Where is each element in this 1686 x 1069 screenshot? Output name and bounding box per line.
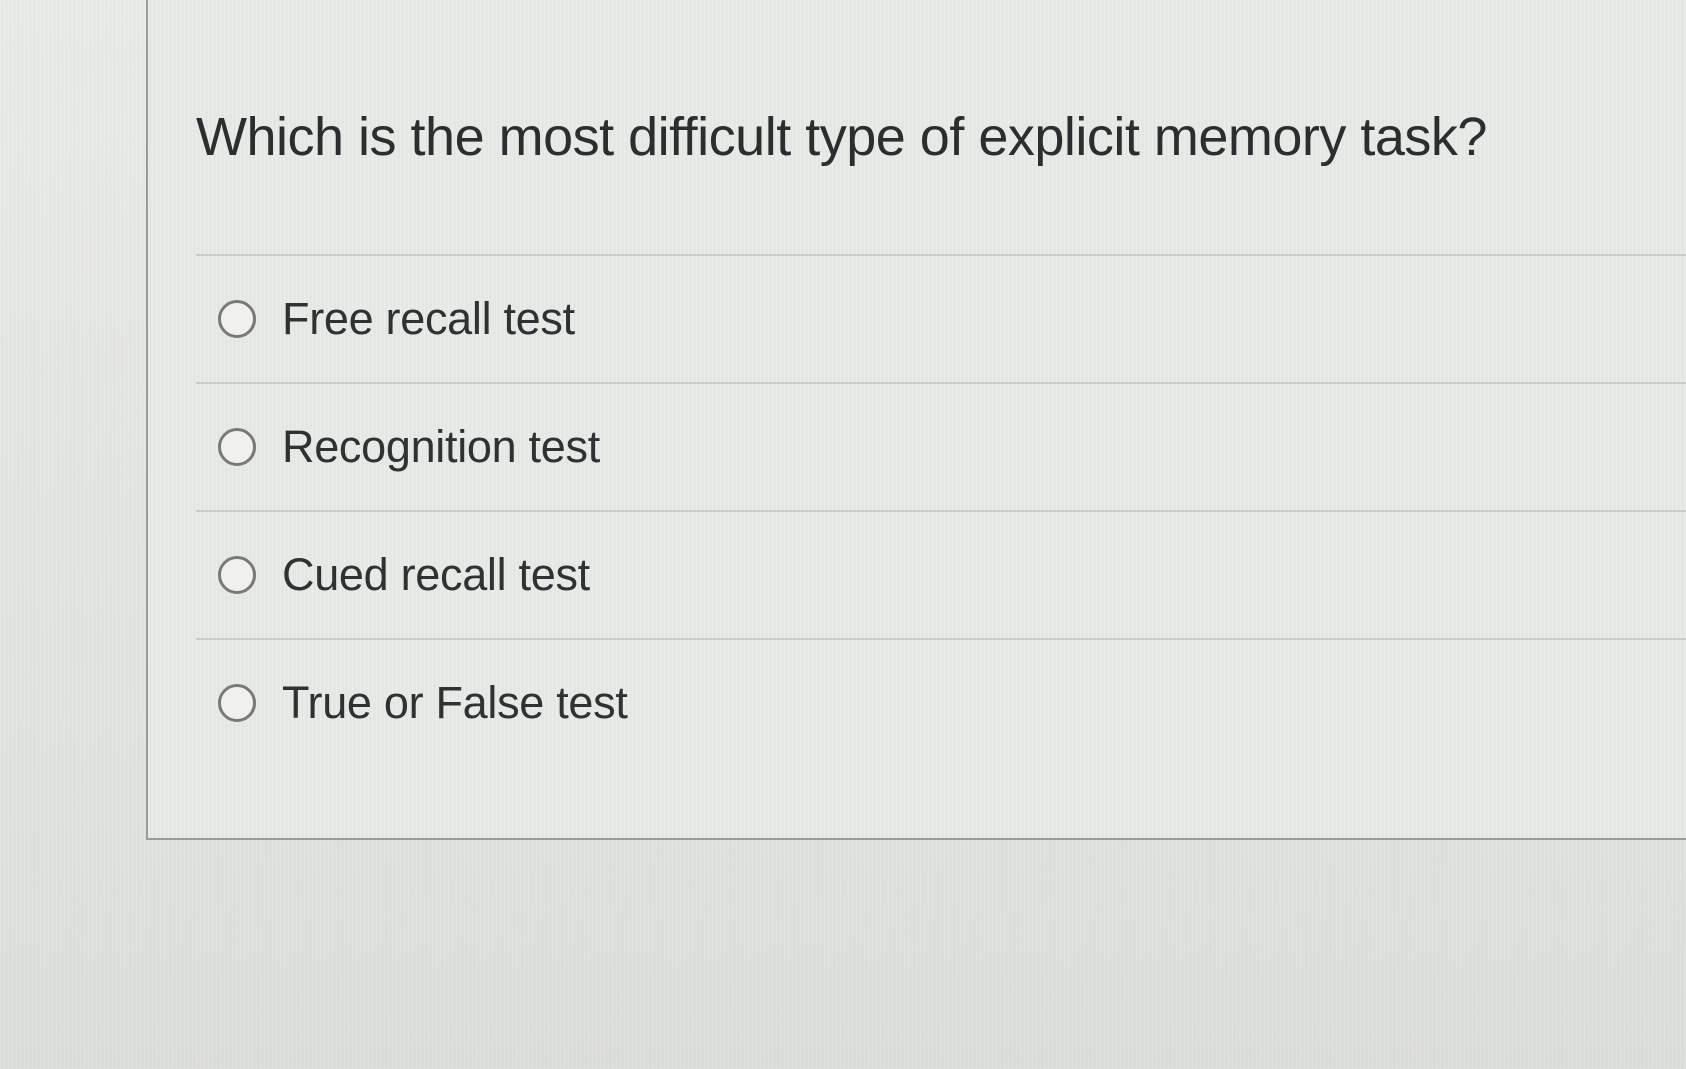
radio-button[interactable] <box>218 428 256 466</box>
answer-option-recognition[interactable]: Recognition test <box>196 382 1686 510</box>
answer-label: Cued recall test <box>282 549 590 600</box>
radio-button[interactable] <box>218 684 256 722</box>
answer-option-true-false[interactable]: True or False test <box>196 638 1686 766</box>
question-card: Which is the most difficult type of expl… <box>146 0 1686 840</box>
question-text: Which is the most difficult type of expl… <box>196 107 1487 167</box>
answer-label: Recognition test <box>282 421 600 472</box>
answer-label: Free recall test <box>282 293 575 344</box>
answer-label: True or False test <box>282 677 628 728</box>
answer-list: Free recall test Recognition test Cued r… <box>196 254 1686 766</box>
answer-option-free-recall[interactable]: Free recall test <box>196 254 1686 382</box>
answer-option-cued-recall[interactable]: Cued recall test <box>196 510 1686 638</box>
radio-button[interactable] <box>218 300 256 338</box>
radio-button[interactable] <box>218 556 256 594</box>
